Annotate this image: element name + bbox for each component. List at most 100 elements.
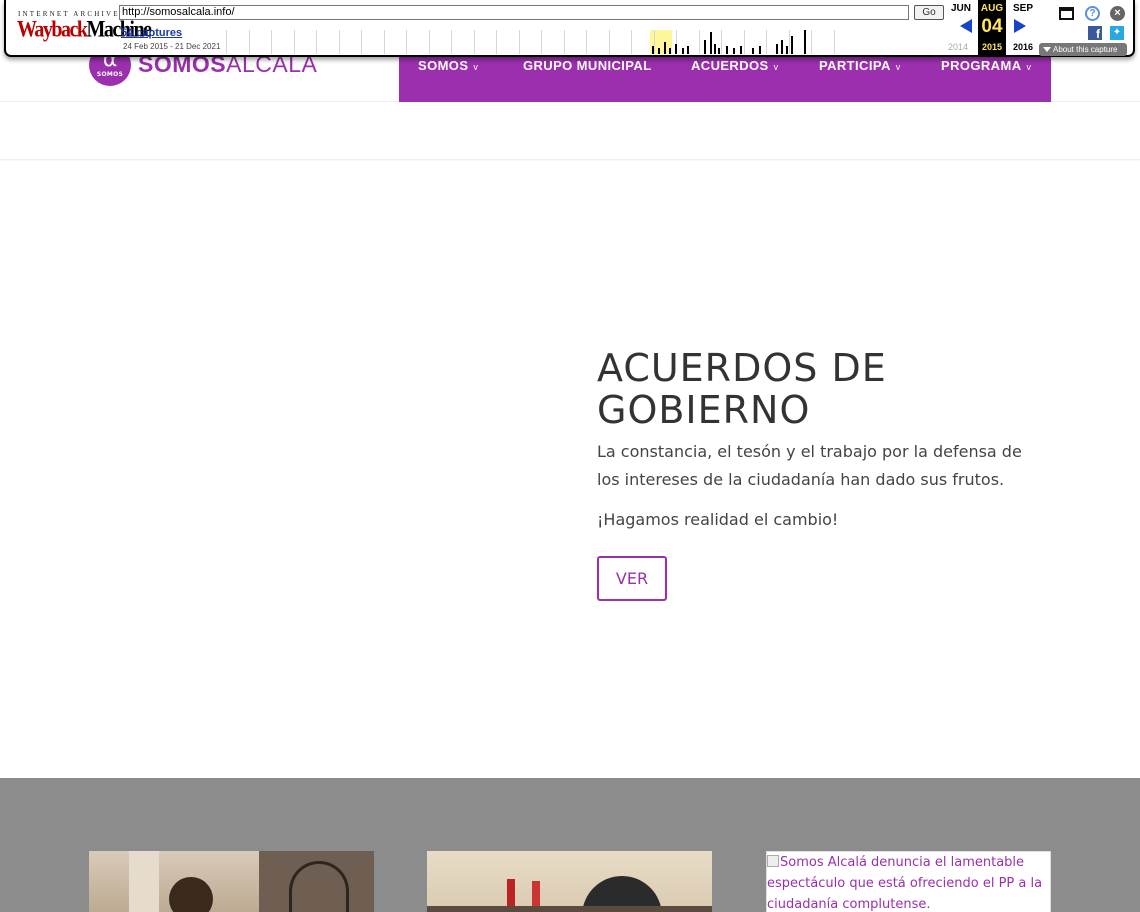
timeline-capture-bar[interactable] (752, 48, 754, 54)
timeline-capture-bar[interactable] (733, 48, 735, 54)
timeline-capture-bar[interactable] (682, 48, 684, 54)
subheader-band (0, 102, 1140, 160)
timeline-divider (383, 30, 385, 54)
chevron-down-icon: v (1026, 62, 1032, 72)
wayback-current-month: AUG (980, 3, 1004, 14)
timeline-capture-bar[interactable] (714, 44, 716, 54)
timeline-capture-bar[interactable] (658, 48, 660, 54)
timeline-capture-bar[interactable] (704, 40, 706, 54)
news-card-3-alt-text[interactable]: Somos Alcalá denuncia el lamentable espe… (767, 852, 1050, 912)
timeline-divider (451, 30, 452, 54)
timeline-capture-bar[interactable] (791, 36, 793, 54)
timeline-capture-bar[interactable] (652, 46, 654, 54)
wayback-prev-month[interactable]: JUN (951, 3, 971, 14)
logo-circle-text: SOMOS (96, 71, 124, 78)
timeline-divider (631, 30, 632, 54)
timeline-divider (226, 30, 227, 54)
timeline-capture-bar[interactable] (740, 46, 742, 54)
timeline-divider (473, 30, 475, 54)
photo-background (427, 851, 712, 912)
next-capture-arrow-icon[interactable] (1014, 19, 1026, 33)
timeline-capture-bar[interactable] (759, 46, 761, 54)
wayback-go-button[interactable]: Go (914, 5, 944, 20)
nav-label: SOMOS (418, 58, 469, 73)
timeline-divider (743, 30, 745, 54)
chevron-down-icon: v (895, 62, 901, 72)
timeline-divider (248, 30, 250, 54)
timeline-capture-bar[interactable] (776, 44, 778, 54)
prev-capture-arrow-icon[interactable] (960, 19, 972, 33)
timeline-divider (833, 30, 835, 54)
about-this-capture-button[interactable]: About this capture (1039, 43, 1127, 56)
timeline-divider (518, 30, 520, 54)
timeline-divider (316, 30, 317, 54)
timeline-capture-bar[interactable] (664, 42, 666, 54)
timeline-capture-bar[interactable] (804, 30, 806, 54)
timeline-divider (766, 30, 767, 54)
wayback-prev-year[interactable]: 2014 (948, 42, 968, 52)
help-icon[interactable]: ? (1085, 6, 1100, 21)
chevron-down-icon: v (473, 62, 479, 72)
nav-label: PARTICIPA (819, 58, 891, 73)
wayback-current-year: 2015 (981, 42, 1003, 52)
timeline-divider (361, 30, 362, 54)
timeline-divider (563, 30, 565, 54)
ver-button[interactable]: VER (597, 556, 667, 601)
timeline-capture-bar[interactable] (726, 46, 728, 54)
wayback-logo-word-1: Wayback (17, 17, 88, 43)
wayback-captures-link[interactable]: 54 captures (121, 27, 182, 39)
news-card-1-image[interactable] (89, 851, 374, 912)
timeline-capture-bar[interactable] (781, 40, 783, 54)
wayback-date-range: 24 Feb 2015 - 21 Dec 2021 (123, 42, 221, 51)
news-card-2-image[interactable] (427, 851, 712, 912)
timeline-divider (541, 30, 542, 54)
nav-item-somos[interactable]: SOMOS v (418, 58, 478, 73)
timeline-divider (698, 30, 700, 54)
timeline-capture-bar[interactable] (718, 48, 720, 54)
window-icon[interactable] (1059, 7, 1074, 20)
nav-item-programa[interactable]: PROGRAMA v (941, 58, 1031, 73)
timeline-capture-bar[interactable] (669, 48, 671, 54)
nav-item-participa[interactable]: PARTICIPA v (819, 58, 901, 73)
wayback-current-day: 04 (981, 16, 1003, 37)
photo-wall-detail (129, 851, 159, 912)
timeline-divider (338, 30, 340, 54)
news-card-3-image[interactable]: Somos Alcalá denuncia el lamentable espe… (766, 851, 1051, 912)
timeline-divider (586, 30, 587, 54)
timeline-divider (721, 30, 722, 54)
timeline-divider (406, 30, 407, 54)
caret-down-icon (1043, 47, 1051, 52)
nav-item-acuerdos[interactable]: ACUERDOS v (691, 58, 779, 73)
photo-people-row (427, 906, 712, 912)
wayback-toolbar: INTERNET ARCHIVE WaybackMachine http://s… (0, 0, 1140, 60)
wayback-next-year[interactable]: 2016 (1013, 42, 1033, 52)
close-icon[interactable]: × (1110, 6, 1125, 21)
timeline-divider (271, 30, 272, 54)
twitter-icon[interactable]: ✦ (1110, 26, 1124, 40)
timeline-capture-bar[interactable] (786, 46, 788, 54)
wayback-next-month[interactable]: SEP (1013, 3, 1033, 14)
nav-label: ACUERDOS (691, 58, 769, 73)
nav-label: PROGRAMA (941, 58, 1022, 73)
broken-image-icon (767, 855, 779, 867)
timeline-divider (496, 30, 497, 54)
chevron-down-icon: v (773, 62, 779, 72)
nav-label: GRUPO MUNICIPAL (523, 58, 652, 73)
news-section: Somos Alcalá denuncia el lamentable espe… (0, 778, 1140, 912)
timeline-divider (428, 30, 430, 54)
photo-arch (289, 861, 349, 912)
about-label: About this capture (1053, 45, 1118, 54)
nav-item-grupo-municipal[interactable]: GRUPO MUNICIPAL (523, 58, 652, 73)
facebook-icon[interactable]: f (1088, 26, 1102, 41)
timeline-divider (293, 30, 295, 54)
timeline-capture-bar[interactable] (675, 44, 677, 54)
wayback-url-input[interactable]: http://somosalcala.info/ (119, 5, 909, 20)
wayback-capture-timeline[interactable] (226, 30, 942, 54)
timeline-capture-bar[interactable] (687, 46, 689, 54)
timeline-divider (811, 30, 812, 54)
timeline-divider (608, 30, 610, 54)
alt-text: Somos Alcalá denuncia el lamentable espe… (767, 855, 1043, 912)
hero-title: ACUERDOS DE GOBIERNO (597, 346, 887, 432)
timeline-divider (788, 30, 790, 54)
timeline-capture-bar[interactable] (710, 32, 712, 54)
